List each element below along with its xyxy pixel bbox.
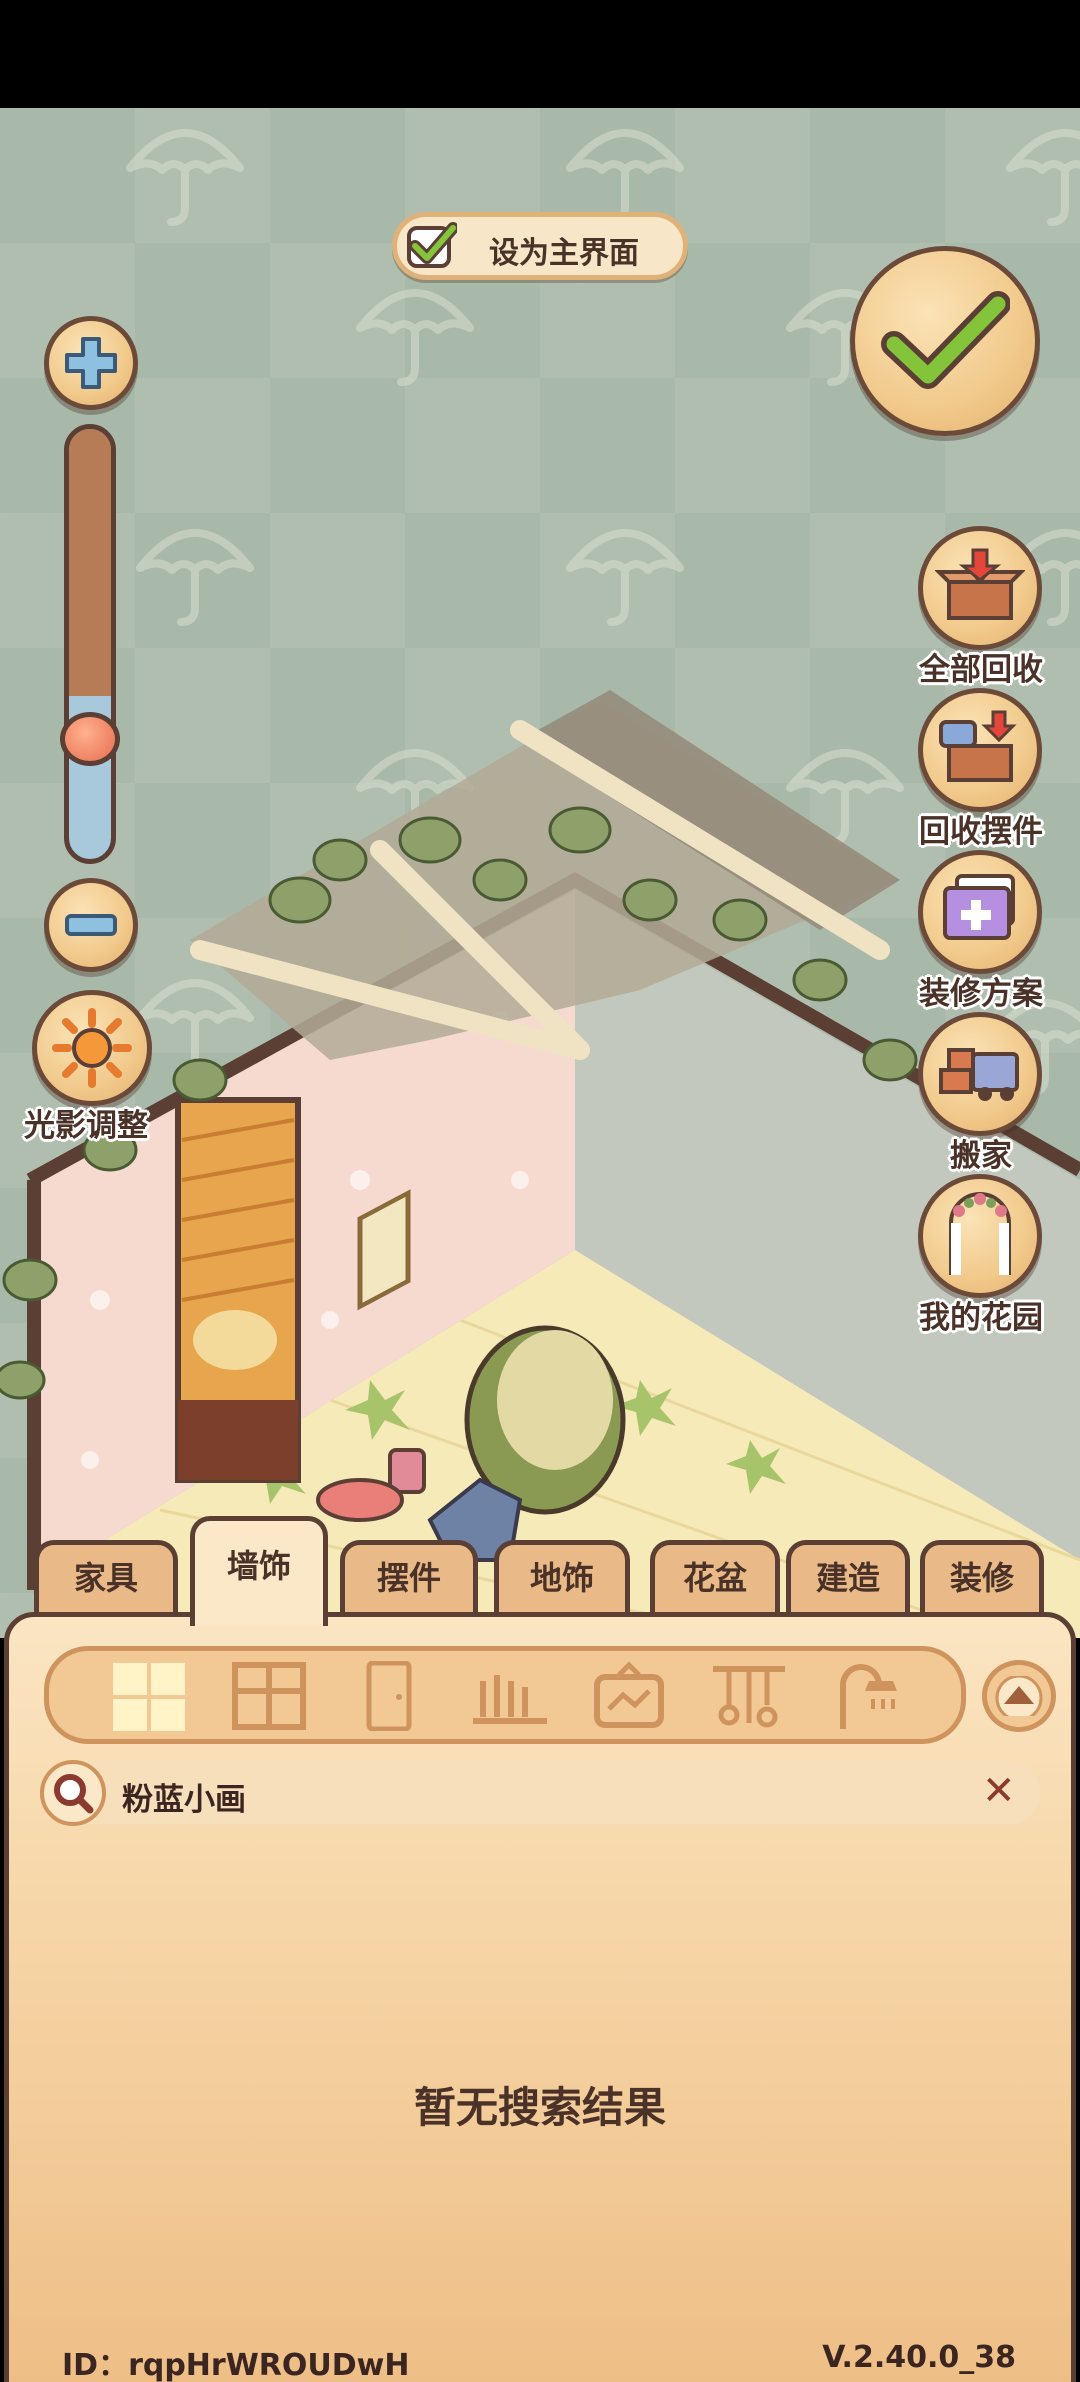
minus-icon (65, 914, 117, 936)
triangle-up-icon (995, 1676, 1043, 1716)
status-bar (0, 0, 1080, 108)
box-recycle-icon (934, 546, 1026, 630)
umbrella-pattern-icon (1000, 108, 1080, 228)
player-id: ID：rqpHrWROUDwH (62, 2348, 410, 2382)
umbrella-pattern-icon (560, 508, 690, 628)
fence-icon[interactable] (469, 1661, 549, 1731)
confirm-button[interactable] (850, 246, 1040, 436)
search-icon (54, 1774, 94, 1814)
side-button-moving-truck[interactable] (918, 1012, 1042, 1136)
collapse-panel-button[interactable] (982, 1660, 1056, 1732)
rack-icon[interactable] (709, 1661, 789, 1731)
door-icon[interactable] (349, 1661, 429, 1731)
zoom-out-button[interactable] (44, 878, 138, 972)
clear-search-icon[interactable]: ✕ (982, 1768, 1016, 1814)
side-button-label: 回收摆件 (919, 814, 1043, 850)
light-adjust-label: 光影调整 (24, 1108, 148, 1144)
umbrella-pattern-icon (350, 268, 480, 388)
zoom-in-button[interactable] (44, 316, 138, 410)
side-button-label: 全部回收 (919, 652, 1043, 688)
side-button-item-recycle[interactable] (918, 688, 1042, 812)
sun-icon (52, 1008, 132, 1088)
frame-icon[interactable] (589, 1661, 669, 1731)
plus-icon (65, 337, 117, 389)
light-adjust-button[interactable] (32, 990, 152, 1106)
empty-result-message: 暂无搜索结果 (413, 2083, 666, 2132)
side-button-plan[interactable] (918, 850, 1042, 974)
side-button-box-recycle[interactable] (918, 526, 1042, 650)
umbrella-pattern-icon (780, 728, 910, 848)
shower-icon[interactable] (829, 1661, 909, 1731)
zoom-slider-fill (69, 429, 111, 696)
umbrella-pattern-icon (350, 728, 480, 848)
search-bar[interactable]: 粉蓝小画 ✕ (40, 1760, 1040, 1826)
zoom-slider-track[interactable] (64, 424, 116, 864)
umbrella-pattern-icon (560, 108, 690, 228)
window-icon[interactable] (229, 1661, 309, 1731)
umbrella-pattern-icon (130, 508, 260, 628)
tab-5[interactable]: 建造 (786, 1540, 910, 1614)
confirm-check-icon (881, 291, 1010, 389)
tab-1[interactable]: 墙饰 (190, 1516, 328, 1626)
set-main-screen-toggle[interactable]: 设为主界面 (392, 212, 688, 280)
search-input[interactable]: 粉蓝小画 (122, 1774, 246, 1819)
search-button[interactable] (40, 1760, 106, 1826)
side-button-garden-arch[interactable] (918, 1174, 1042, 1298)
category-bar (44, 1646, 966, 1744)
side-button-label: 装修方案 (919, 976, 1043, 1012)
side-button-label: 我的花园 (919, 1300, 1043, 1336)
tab-2[interactable]: 摆件 (340, 1540, 478, 1614)
tab-4[interactable]: 花盆 (650, 1540, 780, 1614)
plan-icon (935, 870, 1025, 954)
tab-6[interactable]: 装修 (920, 1540, 1044, 1614)
moving-truck-icon (935, 1032, 1025, 1116)
set-main-screen-label: 设为主界面 (489, 236, 639, 271)
zoom-slider-knob[interactable] (60, 712, 120, 766)
check-icon (407, 222, 457, 268)
item-recycle-icon (935, 708, 1025, 792)
window-grid-icon[interactable] (109, 1661, 189, 1731)
umbrella-pattern-icon (120, 108, 250, 228)
tab-0[interactable]: 家具 (34, 1540, 178, 1614)
tab-3[interactable]: 地饰 (494, 1540, 630, 1614)
side-button-label: 搬家 (950, 1138, 1012, 1174)
version-label: V.2.40.0_38 (822, 2340, 1016, 2375)
garden-arch-icon (935, 1189, 1025, 1283)
